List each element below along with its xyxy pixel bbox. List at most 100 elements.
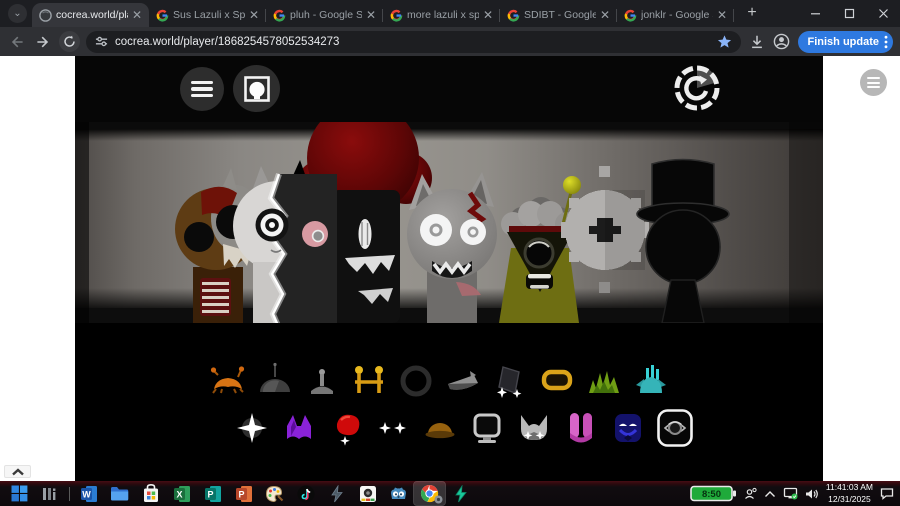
back-icon[interactable] (7, 32, 27, 52)
item-dark-slab-sparkles[interactable] (490, 361, 530, 401)
item-sparkle-pair[interactable] (373, 408, 413, 448)
tab-jonklr[interactable]: jonklr - Google Searc ✕ (617, 3, 734, 27)
tab-sus-lazuli[interactable]: Sus Lazuli x Speedy e ✕ (149, 3, 266, 27)
tab-close-icon[interactable]: ✕ (600, 9, 610, 21)
powerpoint-icon: P (235, 485, 252, 502)
taskbar-green-bolt-app[interactable] (445, 482, 476, 505)
game-avatar-button[interactable] (233, 65, 280, 112)
tab-more-lazuli[interactable]: more lazuli x speedy ✕ (383, 3, 500, 27)
taskbar-paint[interactable] (259, 482, 290, 505)
google-icon (273, 9, 286, 22)
sound-item-row-1 (208, 361, 671, 401)
taskbar-media-app[interactable] (35, 482, 66, 505)
speaker-icon[interactable] (805, 488, 819, 500)
tab-close-icon[interactable]: ✕ (366, 9, 376, 21)
tab-close-icon[interactable]: ✕ (717, 9, 727, 21)
url-text[interactable]: cocrea.world/player/1868254578052534273 (115, 36, 710, 48)
tray-chevron-up-icon[interactable] (764, 490, 776, 498)
item-cat-mask[interactable] (514, 408, 554, 448)
taskbar-excel[interactable]: X (166, 482, 197, 505)
taskbar-clock[interactable]: 11:41:03 AM 12/31/2025 (826, 482, 873, 504)
taskbar-tiktok[interactable] (290, 482, 321, 505)
browser-menu-kebab-icon[interactable] (884, 35, 888, 49)
tiktok-icon (297, 485, 314, 502)
taskbar-godot[interactable] (383, 482, 414, 505)
item-white-sparkle[interactable] (232, 408, 272, 448)
address-bar[interactable]: cocrea.world/player/1868254578052534273 (86, 30, 741, 53)
taskbar-publisher[interactable]: P (197, 482, 228, 505)
notification-center-icon[interactable] (880, 487, 894, 500)
item-dark-eye-selected[interactable] (655, 408, 695, 448)
site-info-icon[interactable] (95, 35, 108, 48)
item-gray-monitor[interactable] (467, 408, 507, 448)
battery-indicator[interactable]: 8:50 (690, 485, 737, 502)
item-gold-goal[interactable] (349, 361, 389, 401)
item-purple-helm[interactable] (279, 408, 319, 448)
minimize-button[interactable] (798, 0, 832, 27)
taskbar-powerpoint[interactable]: P (228, 482, 259, 505)
people-icon[interactable] (744, 487, 757, 500)
bolt-icon (330, 484, 343, 502)
maximize-button[interactable] (832, 0, 866, 27)
hamburger-fab-icon (867, 76, 880, 79)
taskbar-bolt-app[interactable] (321, 482, 352, 505)
tab-close-icon[interactable]: ✕ (132, 9, 142, 21)
windows-taskbar: W X P P 8:50 11:41:03 AM 12/31/2025 (0, 481, 900, 506)
bookmark-star-icon[interactable] (717, 34, 732, 49)
item-blue-sleepy-face[interactable] (608, 408, 648, 448)
tab-label: Sus Lazuli x Speedy e (173, 9, 245, 21)
item-gray-boat[interactable] (443, 361, 483, 401)
game-stage-scene[interactable] (75, 122, 823, 323)
tab-sdibt[interactable]: SDIBT - Google Searc ✕ (500, 3, 617, 27)
new-tab-button[interactable]: + (740, 1, 764, 25)
tab-label: cocrea.world/player/1 (56, 9, 128, 21)
item-brown-bowler-hat[interactable] (420, 408, 460, 448)
incredibox-app-icon (359, 485, 376, 502)
taskbar-start-button[interactable] (4, 482, 35, 505)
toolbar-right: Finish update (749, 30, 893, 53)
game-header (75, 56, 823, 122)
forward-icon[interactable] (33, 32, 53, 52)
game-menu-button[interactable] (180, 67, 224, 111)
game-restart-button[interactable] (671, 62, 723, 114)
svg-text:P: P (207, 489, 213, 499)
window-controls (798, 0, 900, 27)
download-icon[interactable] (749, 34, 765, 50)
taskbar-file-explorer[interactable] (104, 482, 135, 505)
avatar-frame-icon (243, 75, 270, 102)
tab-close-icon[interactable]: ✕ (249, 9, 259, 21)
tab-label: pluh - Google Search (290, 9, 362, 21)
game-canvas[interactable] (75, 56, 823, 481)
svg-text:X: X (176, 489, 182, 499)
tab-close-icon[interactable]: ✕ (483, 9, 493, 21)
item-gold-goggles[interactable] (537, 361, 577, 401)
item-pink-bunny-ears[interactable] (561, 408, 601, 448)
item-teal-creature[interactable] (631, 361, 671, 401)
profile-icon[interactable] (773, 33, 790, 50)
finish-update-button[interactable]: Finish update (797, 30, 893, 53)
taskbar-microsoft-store[interactable] (135, 482, 166, 505)
close-window-button[interactable] (866, 0, 900, 27)
item-red-blob[interactable] (326, 408, 366, 448)
reload-icon[interactable] (59, 31, 80, 52)
item-dark-ring[interactable] (396, 361, 436, 401)
item-gray-anchor[interactable] (302, 361, 342, 401)
tab-label: jonklr - Google Searc (641, 9, 713, 21)
battery-time-text: 8:50 (702, 489, 721, 500)
tab-pluh[interactable]: pluh - Google Search ✕ (266, 3, 383, 27)
taskbar-chrome[interactable] (413, 481, 446, 506)
page-menu-button[interactable] (860, 69, 887, 96)
taskbar-incredibox-app[interactable] (352, 482, 383, 505)
tab-search-icon[interactable]: ⌄ (8, 4, 27, 23)
tab-label: SDIBT - Google Searc (524, 9, 596, 21)
scroll-top-button[interactable] (4, 465, 31, 478)
item-green-spikes[interactable] (584, 361, 624, 401)
item-dome-antenna[interactable] (255, 361, 295, 401)
item-orange-crab[interactable] (208, 361, 248, 401)
taskbar-word[interactable]: W (73, 482, 104, 505)
svg-text:P: P (238, 489, 244, 499)
network-icon[interactable] (783, 487, 798, 500)
tab-cocrea[interactable]: cocrea.world/player/1 ✕ (32, 3, 149, 27)
clock-date: 12/31/2025 (828, 493, 871, 504)
menu-icon (191, 78, 213, 100)
